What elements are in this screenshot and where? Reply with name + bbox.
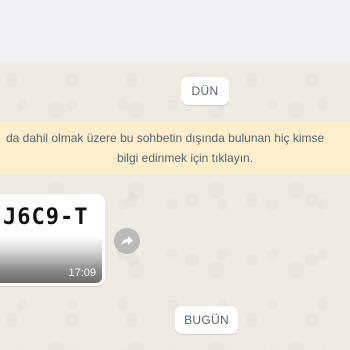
message-time: 17:09 [68,267,96,279]
date-separator-yesterday: DÜN [181,77,229,105]
encryption-notice-text: da dahil olmak üzere bu sohbetin dışında… [6,131,325,145]
encryption-notice[interactable]: da dahil olmak üzere bu sohbetin dışında… [0,122,350,174]
chat-header-area [0,0,350,62]
image-message-bubble[interactable]: J6C9-T 17:09 [0,194,105,286]
image-thumbnail[interactable]: J6C9-T 17:09 [0,197,102,283]
date-separator-label: BUGÜN [184,313,229,327]
date-separator-today: BUGÜN [175,306,238,334]
forward-button[interactable] [114,228,140,254]
forward-arrow-icon [121,236,133,246]
date-separator-label: DÜN [191,84,219,98]
encryption-notice-link: bilgi edinmek için tıklayın. [116,151,254,165]
image-visible-text: J6C9-T [3,205,89,230]
